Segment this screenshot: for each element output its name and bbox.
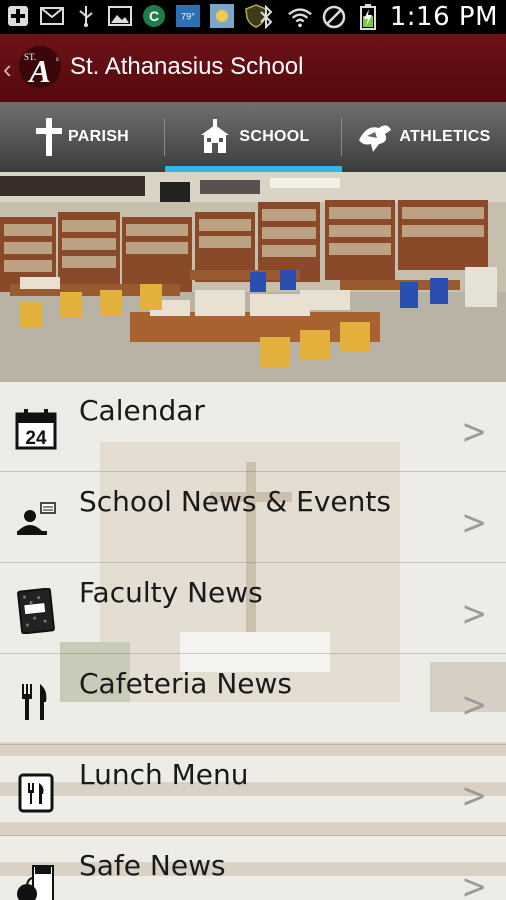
app-title: St. Athanasius School xyxy=(70,53,304,80)
schoolhouse-icon xyxy=(197,119,233,155)
menu-list: 24 Calendar > School News & Events > Fac… xyxy=(0,382,506,900)
menu-item-label: Calendar xyxy=(79,394,205,427)
back-caret-icon[interactable]: ‹ xyxy=(3,54,12,85)
weather-icon: 79° xyxy=(176,4,200,28)
menu-item-label: Safe News xyxy=(79,849,226,882)
chevron-right-icon: > xyxy=(460,685,487,725)
library-photo xyxy=(0,172,506,382)
svg-text:s: s xyxy=(56,55,59,63)
mail-icon xyxy=(40,4,64,28)
menu-item-label: Faculty News xyxy=(79,576,263,609)
tab-bar: PARISH SCHOOL ATHLETICS xyxy=(0,102,506,172)
menu-item-label: School News & Events xyxy=(79,485,391,518)
svg-text:79°: 79° xyxy=(181,12,195,22)
school-logo[interactable]: ST. A s xyxy=(16,44,64,90)
clock: 1:16 PM xyxy=(389,2,498,32)
action-bar: ‹ ST. A s St. Athanasius School xyxy=(0,34,506,102)
tab-athletics[interactable]: ATHLETICS xyxy=(342,102,506,172)
chevron-right-icon: > xyxy=(460,776,487,816)
add-icon xyxy=(6,4,30,28)
apple-bag-icon xyxy=(14,861,58,900)
tab-parish[interactable]: PARISH xyxy=(0,102,165,172)
notebook-icon xyxy=(14,588,58,634)
menu-item-cafeteria-news[interactable]: Cafeteria News > xyxy=(0,655,506,745)
fork-knife-icon xyxy=(14,679,58,725)
menu-item-label: Lunch Menu xyxy=(79,758,249,791)
news-presenter-icon xyxy=(14,497,58,543)
chevron-right-icon: > xyxy=(460,594,487,634)
menu-item-faculty-news[interactable]: Faculty News > xyxy=(0,564,506,654)
cross-icon xyxy=(35,118,62,156)
tab-parish-label: PARISH xyxy=(67,128,130,145)
menu-item-calendar[interactable]: 24 Calendar > xyxy=(0,382,506,472)
calendar-icon: 24 xyxy=(14,406,58,452)
tab-school-label: SCHOOL xyxy=(239,128,310,145)
mascot-icon xyxy=(357,120,393,154)
menu-item-lunch-menu[interactable]: Lunch Menu > xyxy=(0,746,506,836)
usb-icon xyxy=(74,4,98,28)
svg-text:C: C xyxy=(149,8,159,24)
notification-icons: C 79° xyxy=(6,4,268,28)
chevron-right-icon: > xyxy=(460,867,487,900)
menu-card-icon xyxy=(14,770,58,816)
chevron-right-icon: > xyxy=(460,503,487,543)
app-c-icon: C xyxy=(142,4,166,28)
menu-item-label: Cafeteria News xyxy=(79,667,293,700)
tab-athletics-label: ATHLETICS xyxy=(399,128,491,145)
chevron-right-icon: > xyxy=(460,412,487,452)
blocked-icon xyxy=(322,5,346,29)
svg-text:24: 24 xyxy=(25,428,47,449)
bluetooth-icon xyxy=(254,5,278,29)
menu-item-school-news-events[interactable]: School News & Events > xyxy=(0,473,506,563)
wifi-icon xyxy=(287,5,312,29)
svg-text:A: A xyxy=(27,53,50,89)
status-bar: C 79° 1:16 PM xyxy=(0,0,506,34)
menu-item-safe-news[interactable]: Safe News > xyxy=(0,837,506,900)
image-icon xyxy=(108,4,132,28)
system-icons: 1:16 PM xyxy=(254,2,498,32)
battery-charging-icon xyxy=(356,4,380,30)
tab-school[interactable]: SCHOOL xyxy=(165,102,342,172)
sunny-icon xyxy=(210,4,234,28)
